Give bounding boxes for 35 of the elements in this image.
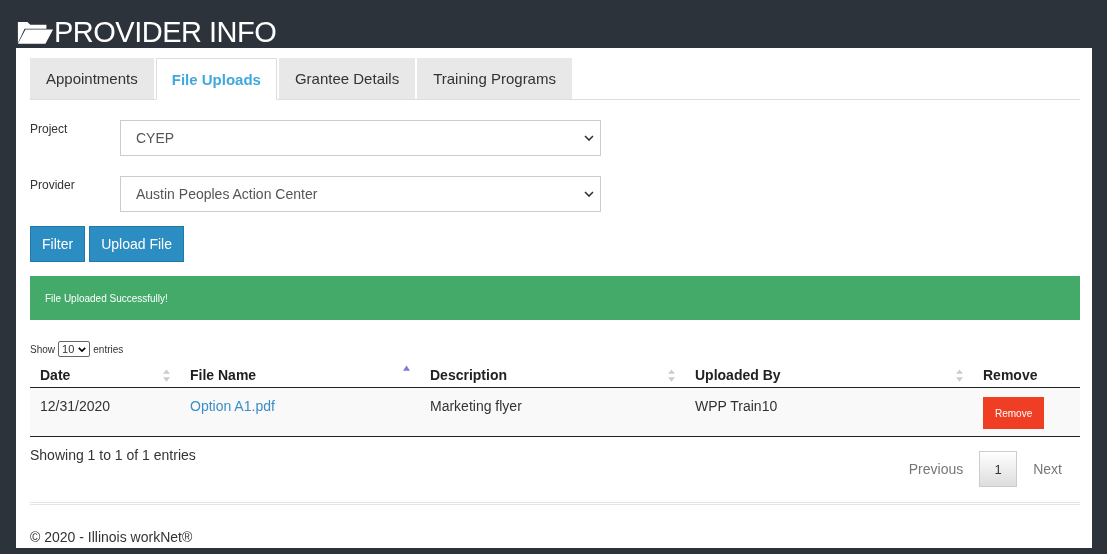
page-button[interactable]: 1: [979, 451, 1018, 487]
table-info: Showing 1 to 1 of 1 entries: [30, 447, 196, 463]
table-cell: WPP Train10: [695, 398, 778, 414]
column-header[interactable]: Remove: [973, 363, 1080, 388]
sort-icon: [668, 368, 675, 382]
sort-ascending-icon: [403, 365, 410, 371]
success-alert: File Uploaded Successfully!: [30, 276, 1080, 320]
next-button[interactable]: Next: [1019, 453, 1076, 485]
show-label: Show: [30, 343, 55, 355]
tab[interactable]: Appointments: [30, 58, 154, 99]
sort-icon: [956, 368, 963, 382]
column-header[interactable]: File Name: [180, 363, 420, 388]
column-header[interactable]: Uploaded By: [685, 363, 973, 388]
select-field[interactable]: Austin Peoples Action Center: [120, 176, 601, 212]
previous-button[interactable]: Previous: [894, 453, 978, 485]
footer-text: © 2020 - Illinois workNet®: [30, 529, 194, 545]
table-cell: Marketing flyer: [430, 398, 522, 414]
chevron-down-icon: [584, 191, 594, 197]
field-label: Provider: [30, 177, 76, 192]
column-header[interactable]: Description: [420, 363, 685, 388]
remove-button[interactable]: Remove: [983, 397, 1045, 429]
table-cell: 12/31/2020: [40, 398, 111, 414]
entries-select[interactable]: 10: [58, 341, 91, 357]
select-field[interactable]: CYEP: [120, 120, 601, 156]
column-header[interactable]: Date: [30, 363, 180, 388]
field-label: Project: [30, 121, 69, 136]
chevron-down-icon: [78, 346, 87, 352]
page-title: PROVIDER INFO: [54, 15, 277, 49]
entries-label: entries: [93, 343, 124, 355]
chevron-down-icon: [584, 135, 594, 141]
tab[interactable]: Training Programs: [417, 58, 572, 99]
tab[interactable]: Grantee Details: [278, 58, 416, 99]
action-button[interactable]: Upload File: [89, 226, 184, 262]
action-button[interactable]: Filter: [30, 226, 86, 262]
sort-icon: [163, 368, 170, 382]
